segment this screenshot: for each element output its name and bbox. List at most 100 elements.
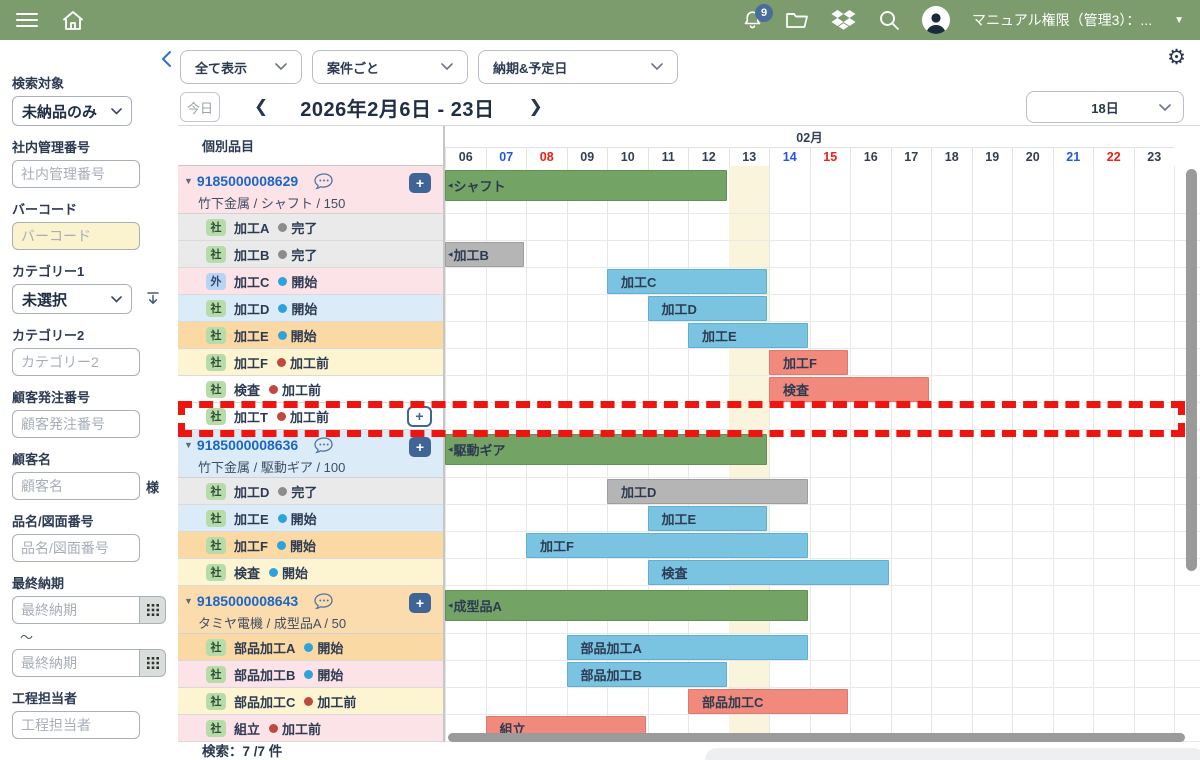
folder-icon[interactable] bbox=[785, 10, 809, 30]
gantt-bar-加工E[interactable]: 加工E bbox=[648, 506, 768, 531]
horizontal-scrollbar[interactable] bbox=[448, 733, 1185, 742]
calendar-icon[interactable] bbox=[140, 596, 166, 624]
final-due-to-input[interactable] bbox=[12, 649, 140, 677]
gantt-bar-部品加工B[interactable]: 部品加工B bbox=[567, 662, 727, 687]
date-mode-dropdown[interactable]: 納期&予定日 bbox=[478, 50, 678, 84]
process-manager-input[interactable] bbox=[12, 711, 140, 739]
gantt-bar-加工D[interactable]: 加工D bbox=[648, 296, 768, 321]
filter-bar: 全て表示 案件ごと 納期&予定日 bbox=[180, 50, 678, 84]
collapse-triangle-icon[interactable]: ▼ bbox=[184, 596, 193, 606]
process-row-加工D[interactable]: 社加工D開始 bbox=[178, 295, 445, 322]
gantt-bar-成型品A[interactable]: ◂成型品A bbox=[445, 590, 808, 621]
item-number-link[interactable]: 9185000008636 bbox=[197, 437, 298, 453]
gantt-bar-加工F[interactable]: 加工F bbox=[769, 350, 848, 375]
today-button[interactable]: 今日 bbox=[180, 92, 220, 122]
process-row-加工A[interactable]: 社加工A完了 bbox=[178, 214, 445, 241]
avatar[interactable] bbox=[922, 6, 950, 34]
item-number-link[interactable]: 9185000008643 bbox=[197, 593, 298, 609]
view-filter-dropdown[interactable]: 全て表示 bbox=[180, 50, 302, 84]
gantt-bar-加工C[interactable]: 加工C bbox=[607, 269, 767, 294]
process-row-加工E[interactable]: 社加工E開始 bbox=[178, 505, 445, 532]
gantt-row: 検査 bbox=[445, 559, 1200, 586]
add-process-button[interactable]: + bbox=[409, 593, 431, 613]
internal-no-input[interactable] bbox=[12, 160, 140, 188]
gantt-bar-加工F[interactable]: 加工F bbox=[526, 533, 808, 558]
process-row-検査[interactable]: 社検査開始 bbox=[178, 559, 445, 586]
gantt-bar-駆動ギア[interactable]: ◂駆動ギア bbox=[445, 434, 767, 465]
gantt-row: 部品加工A bbox=[445, 634, 1200, 661]
search-target-select[interactable]: 未納品のみ bbox=[12, 96, 132, 126]
continues-left-icon: ◂ bbox=[448, 249, 453, 260]
collapse-triangle-icon[interactable]: ▼ bbox=[184, 440, 193, 450]
customer-name-suffix: 様 bbox=[146, 477, 159, 496]
process-row-部品加工A[interactable]: 社部品加工A開始 bbox=[178, 634, 445, 661]
bar-label: 検査 bbox=[770, 380, 809, 399]
item-drawing-no-input[interactable] bbox=[12, 534, 140, 562]
final-due-from-input[interactable] bbox=[12, 596, 140, 624]
add-process-button[interactable]: + bbox=[409, 437, 431, 457]
timespan-select[interactable]: 18日 bbox=[1026, 91, 1184, 123]
continues-left-icon: ◂ bbox=[448, 600, 453, 611]
status-dot bbox=[269, 724, 278, 733]
status-dot bbox=[277, 541, 286, 550]
category1-select[interactable]: 未選択 bbox=[12, 284, 132, 314]
comment-icon[interactable] bbox=[314, 173, 334, 190]
bar-label: シャフト bbox=[454, 176, 506, 195]
prev-period-icon[interactable]: ❮ bbox=[254, 97, 268, 117]
comment-icon[interactable] bbox=[314, 593, 334, 610]
gantt-bar-加工E[interactable]: 加工E bbox=[688, 323, 808, 348]
vertical-scrollbar[interactable] bbox=[1186, 169, 1197, 571]
customer-order-no-input[interactable] bbox=[12, 410, 140, 438]
process-row-加工F[interactable]: 社加工F開始 bbox=[178, 532, 445, 559]
dropbox-icon[interactable] bbox=[831, 9, 856, 32]
group-mode-dropdown[interactable]: 案件ごと bbox=[312, 50, 468, 84]
add-process-button[interactable]: + bbox=[409, 173, 431, 193]
process-status: 開始 bbox=[290, 536, 316, 555]
process-name: 加工D bbox=[234, 299, 269, 318]
search-icon[interactable] bbox=[878, 9, 900, 31]
ownership-badge: 社 bbox=[206, 354, 226, 371]
barcode-input[interactable] bbox=[12, 222, 140, 250]
home-icon[interactable] bbox=[62, 10, 84, 31]
gantt-bar-検査[interactable]: 検査 bbox=[769, 377, 929, 402]
process-row-加工E[interactable]: 社加工E開始 bbox=[178, 322, 445, 349]
gantt-bar-加工B[interactable]: ◂加工B bbox=[445, 242, 524, 267]
bar-label: 加工F bbox=[770, 353, 817, 372]
settings-gear-icon[interactable]: ⚙ bbox=[1167, 47, 1186, 68]
sidebar-collapse-icon[interactable] bbox=[160, 50, 172, 73]
process-row-加工F[interactable]: 社加工F加工前 bbox=[178, 349, 445, 376]
process-row-組立[interactable]: 社組立加工前 bbox=[178, 715, 445, 742]
process-row-加工T[interactable]: 社加工T加工前+ bbox=[178, 403, 445, 430]
apply-down-icon[interactable] bbox=[146, 291, 160, 307]
gantt-group-row: ◂成型品A bbox=[445, 586, 1200, 634]
gantt-bar-部品加工A[interactable]: 部品加工A bbox=[567, 635, 808, 660]
user-menu-caret-icon[interactable]: ▼ bbox=[1174, 15, 1184, 26]
process-row-部品加工C[interactable]: 社部品加工C加工前 bbox=[178, 688, 445, 715]
user-menu-label[interactable]: マニュアル権限（管理3）：... bbox=[972, 10, 1152, 30]
category1-label: カテゴリー1 bbox=[12, 261, 172, 280]
gantt-group-row: ◂駆動ギア bbox=[445, 430, 1200, 478]
item-number-link[interactable]: 9185000008629 bbox=[197, 173, 298, 189]
comment-icon[interactable] bbox=[314, 437, 334, 454]
process-row-部品加工B[interactable]: 社部品加工B開始 bbox=[178, 661, 445, 688]
gantt-bar-シャフト[interactable]: ◂シャフト bbox=[445, 170, 727, 201]
collapse-triangle-icon[interactable]: ▼ bbox=[184, 176, 193, 186]
process-row-検査[interactable]: 社検査加工前 bbox=[178, 376, 445, 403]
gantt-bar-部品加工C[interactable]: 部品加工C bbox=[688, 689, 848, 714]
process-row-加工D[interactable]: 社加工D完了 bbox=[178, 478, 445, 505]
process-row-加工B[interactable]: 社加工B完了 bbox=[178, 241, 445, 268]
status-dot bbox=[278, 487, 287, 496]
gantt-bar-検査[interactable]: 検査 bbox=[648, 560, 889, 585]
calendar-icon[interactable] bbox=[140, 649, 166, 677]
app-root: 9 マニュアル権限（管理3）：... ▼ 検索対象 未納品のみ 社内管理番号 bbox=[0, 0, 1200, 760]
customer-name-input[interactable] bbox=[12, 472, 140, 500]
menu-icon[interactable] bbox=[16, 12, 38, 28]
bar-label: 検査 bbox=[649, 563, 688, 582]
ownership-badge: 社 bbox=[206, 300, 226, 317]
add-process-button[interactable]: + bbox=[407, 406, 432, 427]
gantt-bar-加工D[interactable]: 加工D bbox=[607, 479, 808, 504]
process-row-加工C[interactable]: 外加工C開始 bbox=[178, 268, 445, 295]
next-period-icon[interactable]: ❯ bbox=[529, 97, 543, 117]
notifications-icon[interactable]: 9 bbox=[742, 9, 763, 31]
category2-input[interactable] bbox=[12, 348, 140, 376]
